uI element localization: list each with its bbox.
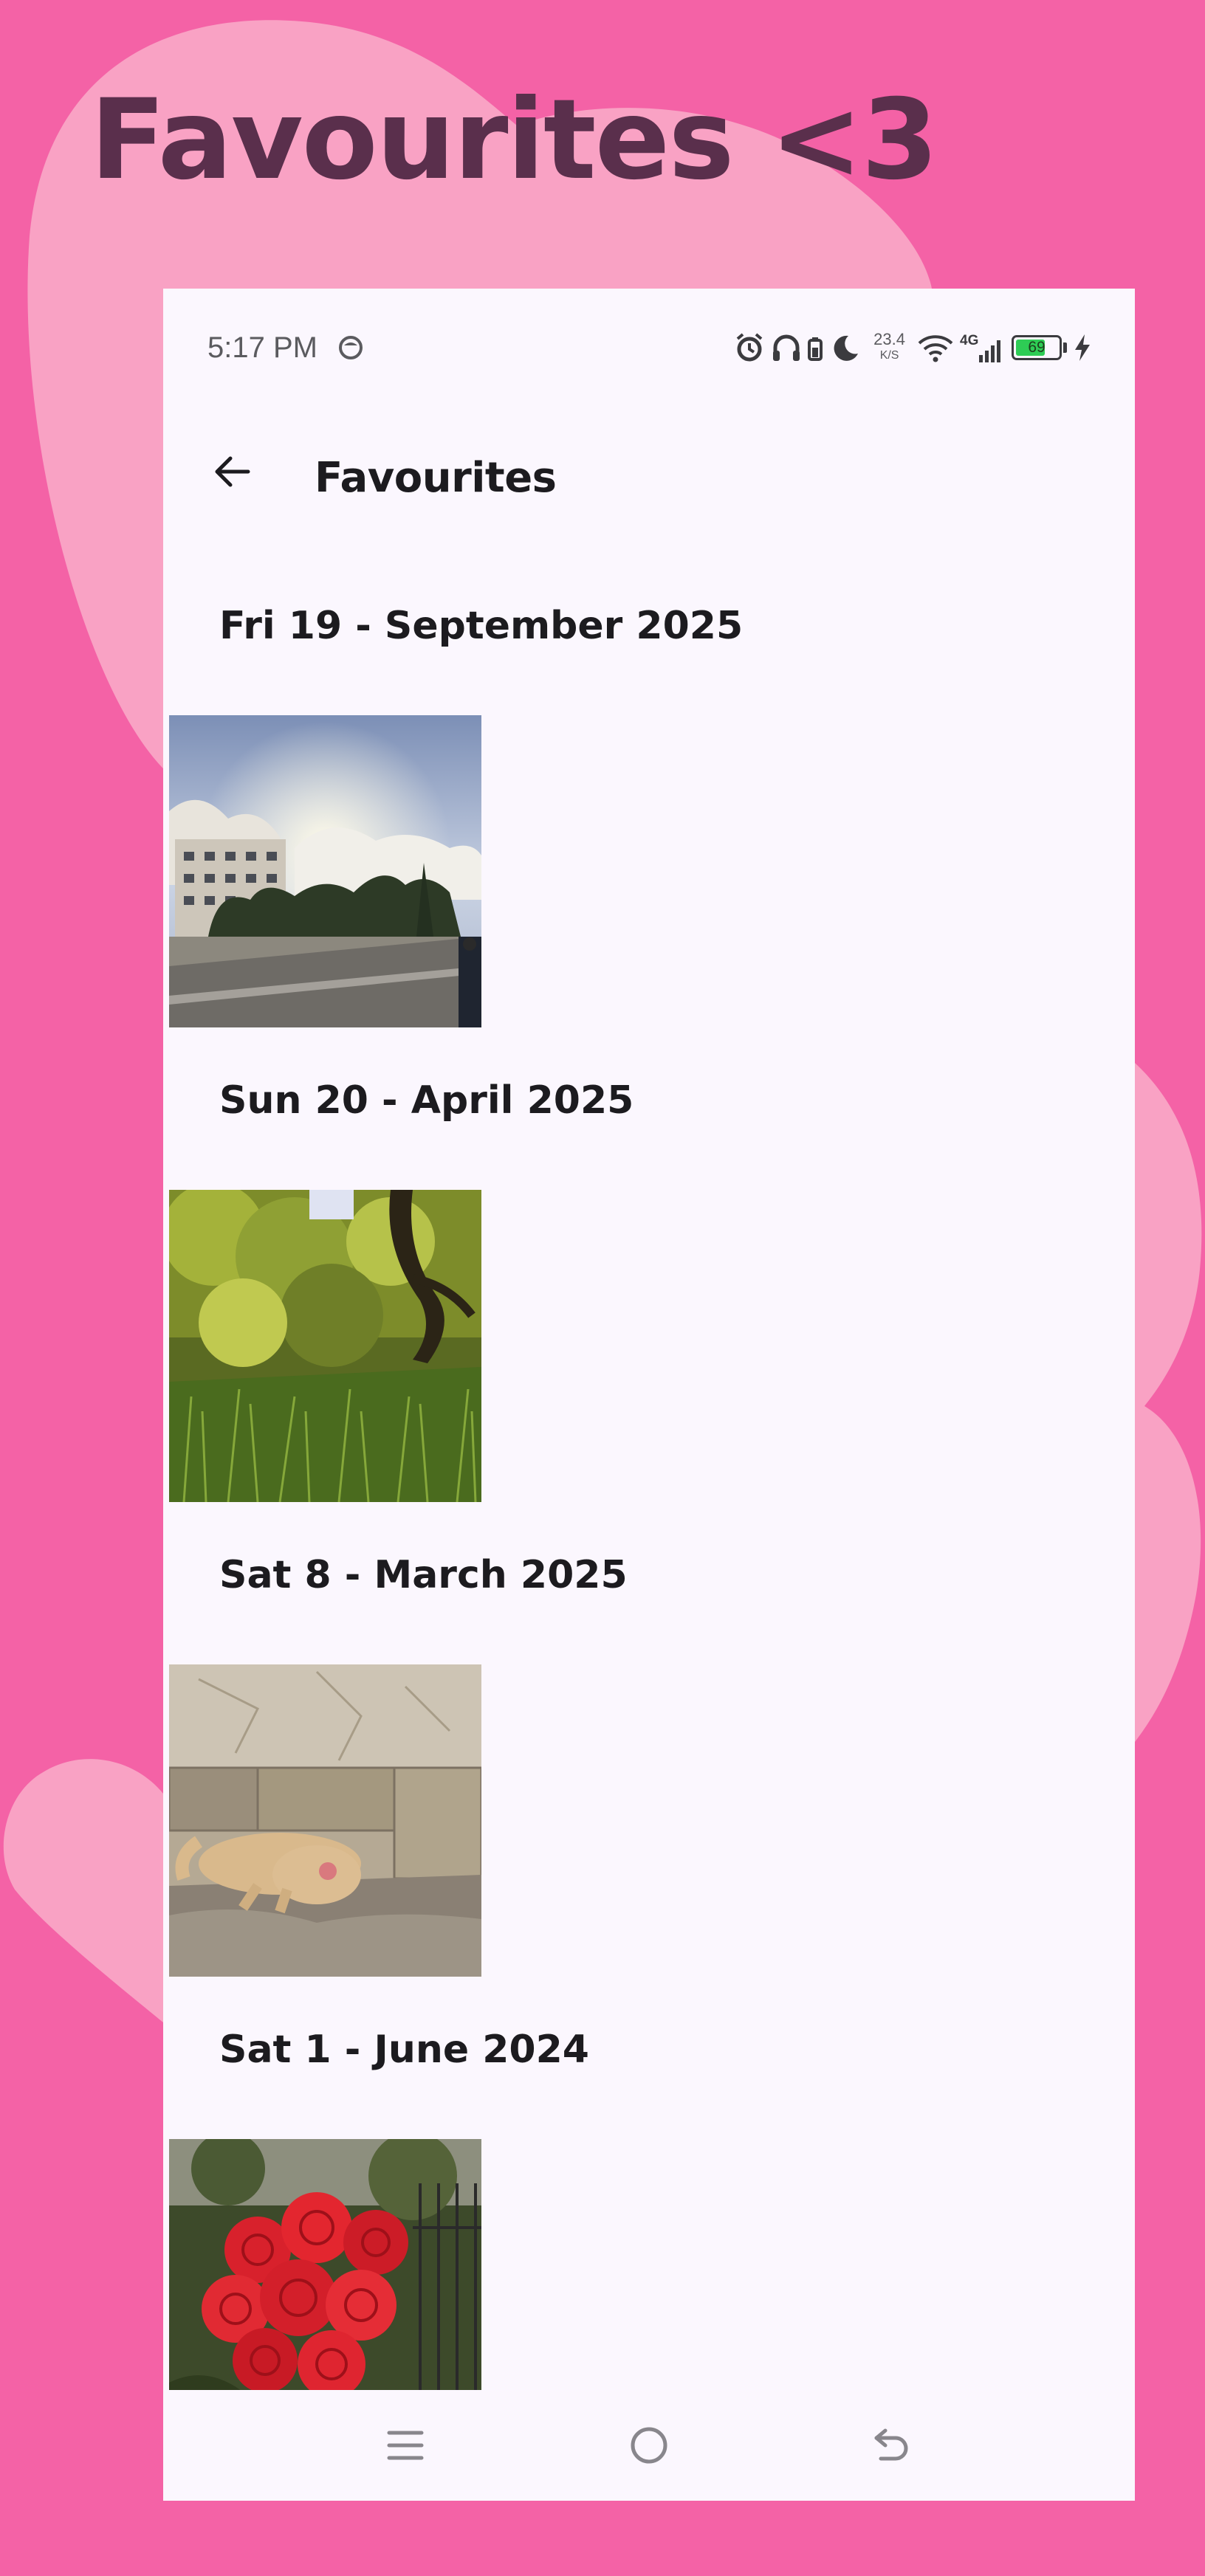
back-button[interactable] (206, 446, 258, 497)
status-time: 5:17 PM (207, 331, 317, 364)
network-type: 4G (960, 333, 979, 348)
date-header: Sun 20 - April 2025 (219, 1078, 634, 1123)
navigation-bar (163, 2394, 1135, 2501)
page-headline: Favourites <3 (90, 76, 938, 204)
network-speed-value: 23.4 (873, 330, 905, 348)
headphone-battery-icon (808, 337, 823, 361)
charging-bolt-icon (1075, 334, 1090, 361)
app-bar: Favourites (163, 410, 1135, 532)
recent-apps-button[interactable] (376, 2416, 435, 2475)
status-bar: 5:17 PM 23.4 K/S 4G 69 (163, 289, 1135, 410)
face-icon (339, 336, 363, 359)
battery-level: 69 (1028, 339, 1046, 356)
wifi-icon (918, 335, 953, 362)
sleeping-cat-photo (169, 1664, 481, 1977)
signal-group: 4G (960, 331, 1001, 364)
date-header: Sat 1 - June 2024 (219, 2028, 589, 2072)
date-header: Sat 8 - March 2025 (219, 1553, 628, 1597)
network-speed-unit: K/S (879, 349, 899, 362)
app-bar-title: Favourites (315, 454, 557, 502)
green-foliage-photo (169, 1190, 481, 1502)
system-back-button[interactable] (862, 2416, 921, 2475)
photo-thumbnail[interactable] (169, 1664, 481, 1977)
home-button[interactable] (619, 2416, 679, 2475)
photo-thumbnail[interactable] (169, 1190, 481, 1502)
photo-thumbnail[interactable] (169, 2139, 481, 2390)
headphones-icon (773, 334, 800, 361)
phone-screen: 5:17 PM 23.4 K/S 4G 69 Favourites Fri 19… (163, 289, 1135, 2501)
arrow-back-icon (215, 456, 250, 487)
alarm-icon (736, 333, 763, 362)
red-roses-photo (169, 2139, 481, 2390)
moon-icon (834, 335, 859, 361)
photo-thumbnail[interactable] (169, 715, 481, 1027)
menu-icon (387, 2431, 424, 2460)
back-icon (874, 2428, 908, 2461)
battery-icon: 69 (1012, 335, 1062, 360)
network-speed: 23.4 K/S (873, 331, 905, 364)
status-icons: 23.4 K/S 4G 69 (733, 326, 1092, 370)
sky-buildings-photo (169, 715, 481, 1027)
date-header: Fri 19 - September 2025 (219, 604, 744, 648)
home-icon (631, 2427, 667, 2464)
battery-nub (1063, 342, 1067, 353)
signal-icon (979, 340, 1000, 362)
